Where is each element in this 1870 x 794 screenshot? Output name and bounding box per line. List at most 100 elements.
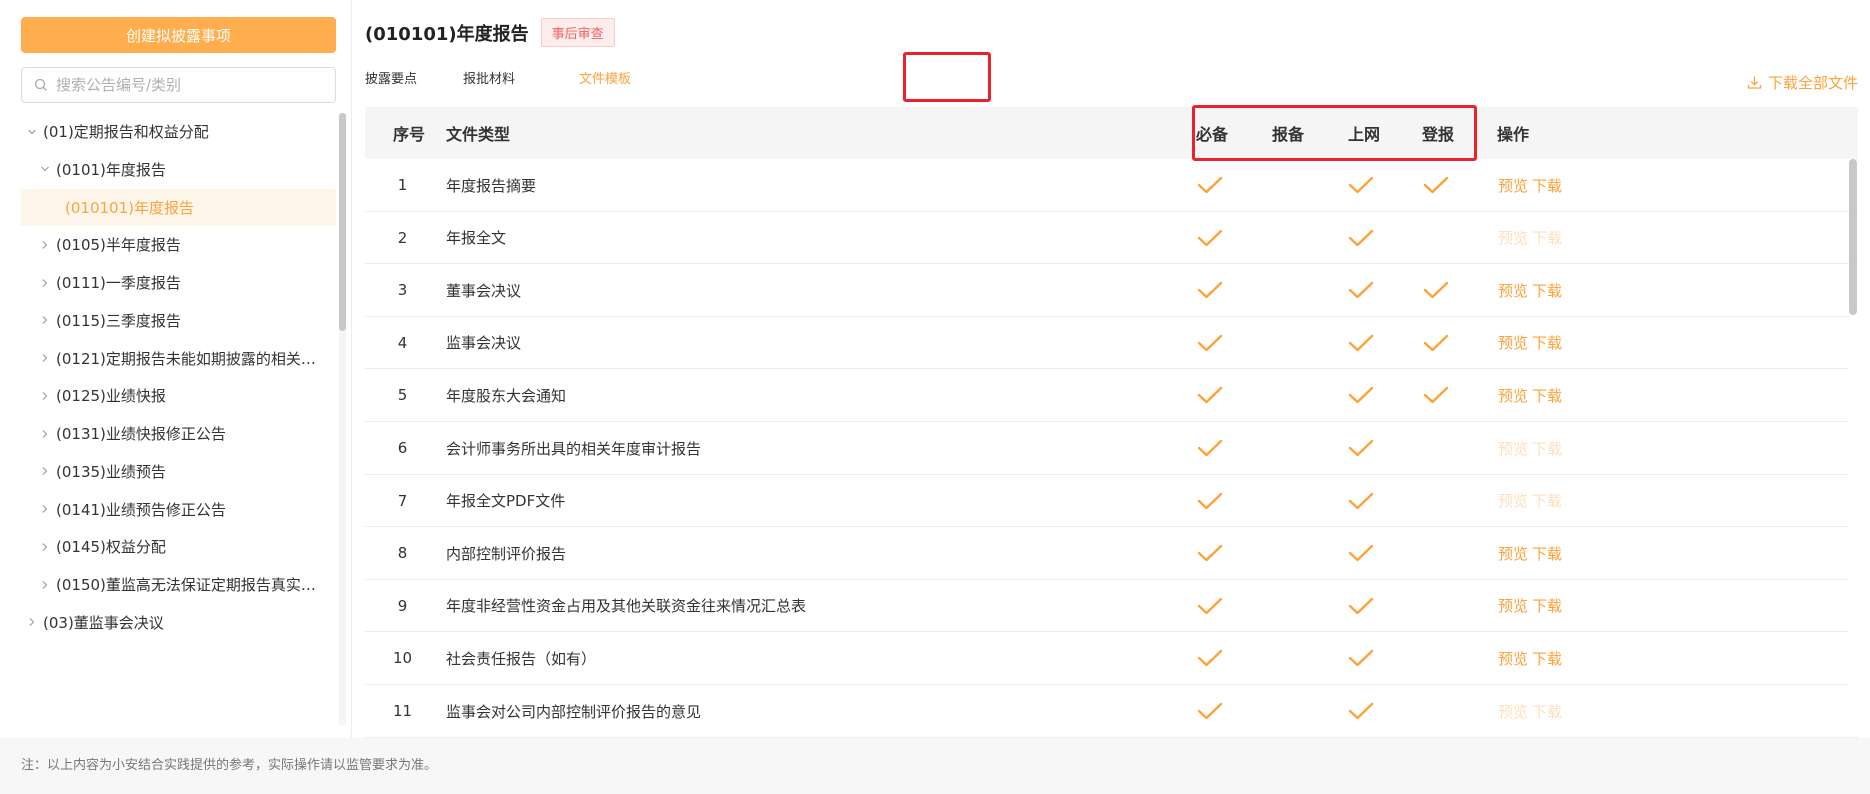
tree-item[interactable]: (03)董监事会决议 [21, 604, 336, 641]
tree-item[interactable]: (0101)年度报告 [21, 151, 336, 188]
checkmark-icon [1197, 527, 1223, 579]
tab-approval-materials[interactable]: 报批材料 [463, 52, 561, 102]
preview-link[interactable]: 预览 [1498, 701, 1528, 722]
tree-item[interactable]: (0111)一季度报告 [21, 264, 336, 301]
preview-link[interactable]: 预览 [1498, 280, 1528, 301]
chevron-right-icon[interactable] [38, 351, 52, 365]
checkmark-icon [1197, 317, 1223, 369]
checkmark-icon [1348, 422, 1374, 474]
download-icon [1747, 76, 1762, 89]
download-link[interactable]: 下载 [1532, 385, 1562, 406]
chevron-down-icon[interactable] [25, 125, 39, 139]
tree-item[interactable]: (0145)权益分配 [21, 528, 336, 565]
tree-item[interactable]: (0135)业绩预告 [21, 453, 336, 490]
table-row: 11 监事会对公司内部控制评价报告的意见 预览 下载 [365, 685, 1858, 738]
chevron-right-icon[interactable] [38, 578, 52, 592]
preview-link[interactable]: 预览 [1498, 438, 1528, 459]
download-link[interactable]: 下载 [1532, 175, 1562, 196]
preview-link[interactable]: 预览 [1498, 332, 1528, 353]
download-link[interactable]: 下载 [1532, 438, 1562, 459]
tree-item[interactable]: (0105)半年度报告 [21, 226, 336, 263]
row-operations: 预览 下载 [1498, 685, 1562, 737]
checkmark-icon [1197, 580, 1223, 632]
download-link[interactable]: 下载 [1532, 280, 1562, 301]
download-link[interactable]: 下载 [1532, 648, 1562, 669]
tab-disclosure-points[interactable]: 披露要点 [365, 52, 463, 102]
download-link[interactable]: 下载 [1532, 595, 1562, 616]
row-operations: 预览 下载 [1498, 159, 1562, 211]
download-all-button[interactable]: 下载全部文件 [1747, 72, 1858, 93]
chevron-right-icon[interactable] [38, 464, 52, 478]
preview-link[interactable]: 预览 [1498, 595, 1528, 616]
preview-link[interactable]: 预览 [1498, 648, 1528, 669]
create-disclosure-button[interactable]: 创建拟披露事项 [21, 17, 336, 53]
row-operations: 预览 下载 [1498, 369, 1562, 421]
table-row: 5 年度股东大会通知 预览 下载 [365, 369, 1858, 422]
row-file-type: 社会责任报告（如有） [446, 649, 597, 668]
download-link[interactable]: 下载 [1532, 332, 1562, 353]
tab-highlight-box [903, 52, 991, 102]
checkmark-icon [1348, 212, 1374, 264]
tree-item[interactable]: (0150)董监高无法保证定期报告真实… [21, 566, 336, 603]
checkmark-icon [1348, 159, 1374, 211]
preview-link[interactable]: 预览 [1498, 543, 1528, 564]
table-scrollbar-thumb[interactable] [1849, 159, 1857, 315]
chevron-right-icon[interactable] [38, 427, 52, 441]
checkmark-icon [1423, 159, 1449, 211]
download-link[interactable]: 下载 [1532, 543, 1562, 564]
checkmark-icon [1197, 369, 1223, 421]
row-index: 5 [397, 386, 408, 405]
chevron-down-icon[interactable] [38, 162, 52, 176]
footer-note: 注：以上内容为小安结合实践提供的参考，实际操作请以监管要求为准。 [21, 758, 438, 773]
preview-link[interactable]: 预览 [1498, 227, 1528, 248]
header-index: 序号 [393, 125, 426, 144]
search-input[interactable] [56, 76, 326, 94]
preview-link[interactable]: 预览 [1498, 175, 1528, 196]
search-box[interactable] [21, 67, 336, 103]
row-index: 8 [397, 544, 408, 563]
tree-item[interactable]: (010101)年度报告 [21, 188, 336, 226]
sidebar-scrollbar-thumb[interactable] [339, 113, 346, 331]
checkmark-icon [1348, 317, 1374, 369]
footer: 注：以上内容为小安结合实践提供的参考，实际操作请以监管要求为准。 [0, 738, 1870, 794]
checkmark-icon [1197, 264, 1223, 316]
table-row: 3 董事会决议 预览 下载 [365, 264, 1858, 317]
table-row: 4 监事会决议 预览 下载 [365, 317, 1858, 370]
preview-link[interactable]: 预览 [1498, 490, 1528, 511]
row-operations: 预览 下载 [1498, 212, 1562, 264]
sidebar-scrollbar[interactable] [339, 113, 346, 725]
chevron-right-icon[interactable] [25, 615, 39, 629]
row-file-type: 董事会决议 [446, 281, 522, 300]
tree-item[interactable]: (01)定期报告和权益分配 [21, 113, 336, 150]
download-link[interactable]: 下载 [1532, 701, 1562, 722]
chevron-right-icon[interactable] [38, 276, 52, 290]
header-operations: 操作 [1497, 125, 1530, 144]
tree-item-label: (0145)权益分配 [56, 538, 166, 557]
checkmark-icon [1423, 264, 1449, 316]
chevron-right-icon[interactable] [38, 313, 52, 327]
checkmark-icon [1423, 317, 1449, 369]
table-row: 7 年报全文PDF文件 预览 下载 [365, 475, 1858, 528]
tree-item[interactable]: (0125)业绩快报 [21, 377, 336, 414]
download-link[interactable]: 下载 [1532, 227, 1562, 248]
tree-item[interactable]: (0131)业绩快报修正公告 [21, 415, 336, 452]
row-operations: 预览 下载 [1498, 317, 1562, 369]
chevron-right-icon[interactable] [38, 238, 52, 252]
download-link[interactable]: 下载 [1532, 490, 1562, 511]
tree-item-label: (0141)业绩预告修正公告 [56, 500, 226, 519]
tree-item-label: (0111)一季度报告 [56, 274, 181, 292]
row-file-type: 年度报告摘要 [446, 176, 537, 195]
preview-link[interactable]: 预览 [1498, 385, 1528, 406]
chevron-right-icon[interactable] [38, 502, 52, 516]
tree-item[interactable]: (0141)业绩预告修正公告 [21, 491, 336, 528]
row-file-type: 年报全文 [446, 229, 507, 248]
tree-item[interactable]: (0115)三季度报告 [21, 302, 336, 339]
tab-file-templates[interactable]: 文件模板 [561, 52, 649, 102]
table-row: 10 社会责任报告（如有） 预览 下载 [365, 632, 1858, 685]
checkmark-icon [1348, 632, 1374, 684]
table-scrollbar[interactable] [1849, 159, 1857, 737]
tree-item[interactable]: (0121)定期报告未能如期披露的相关… [21, 340, 336, 377]
chevron-right-icon[interactable] [38, 540, 52, 554]
chevron-right-icon[interactable] [38, 389, 52, 403]
tree-item-label: (0121)定期报告未能如期披露的相关… [56, 349, 316, 368]
